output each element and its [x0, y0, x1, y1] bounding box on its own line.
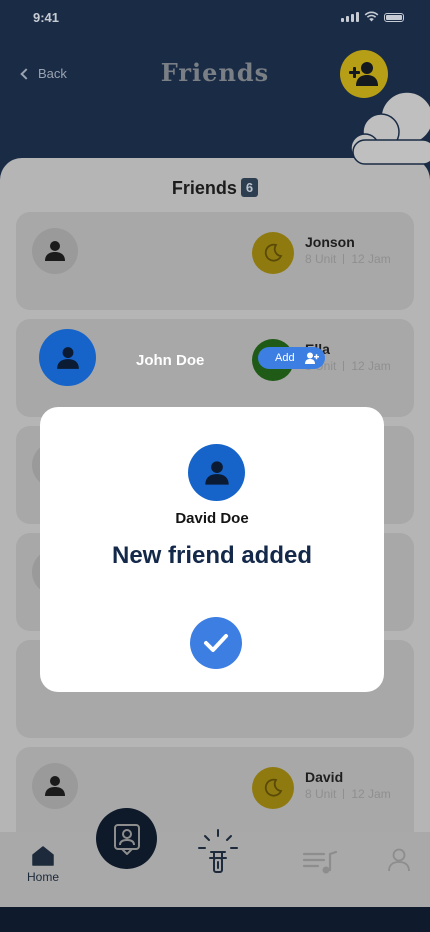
user-icon: [45, 241, 65, 261]
nav-profile[interactable]: [388, 848, 410, 872]
bulb-icon: [198, 829, 238, 873]
add-label: Add: [275, 352, 295, 364]
friend-card[interactable]: Jonson 8 Unit 12 Jam: [16, 212, 414, 310]
bottom-nav: Home: [0, 829, 430, 907]
user-icon: [56, 346, 79, 369]
user-icon: [204, 460, 229, 485]
avatar: [32, 763, 78, 809]
friend-units: 8 Unit: [305, 787, 337, 801]
friend-date: 12 Jam: [351, 252, 391, 266]
nav-home[interactable]: Home: [27, 846, 59, 884]
status-icons: [341, 11, 404, 22]
user-plus-icon: [304, 352, 319, 364]
id-card-icon: [113, 823, 140, 855]
modal-title: New friend added: [111, 542, 313, 569]
friend-name: Jonson: [305, 234, 355, 250]
modal-friend-name: David Doe: [175, 510, 249, 527]
wifi-icon: [364, 11, 379, 22]
moon-badge: [252, 232, 294, 274]
avatar: [32, 228, 78, 274]
check-icon: [204, 634, 228, 652]
friends-count-badge: 6: [240, 178, 259, 197]
nav-home-label: Home: [27, 870, 60, 884]
home-icon: [32, 846, 54, 866]
friend-date: 12 Jam: [351, 359, 391, 373]
user-plus-icon: [349, 62, 378, 86]
friends-section-title: Friends 6: [0, 178, 430, 199]
moon-icon: [264, 243, 283, 262]
battery-icon: [384, 13, 404, 22]
cloud-icon: [350, 91, 430, 165]
friend-units: 8 Unit: [305, 252, 337, 266]
friend-added-modal: David Doe New friend added: [40, 407, 384, 692]
friend-meta: 8 Unit 12 Jam: [305, 252, 391, 266]
friend-name: David: [305, 769, 344, 785]
home-indicator-area: [0, 907, 430, 932]
profile-icon: [388, 848, 410, 872]
center-action-button[interactable]: [96, 808, 157, 869]
suggestion-name: John Doe: [136, 352, 205, 369]
moon-icon: [264, 778, 283, 797]
status-time: 9:41: [33, 10, 60, 25]
nav-playlist[interactable]: [302, 850, 338, 874]
moon-badge: [252, 767, 294, 809]
signal-icon: [341, 12, 359, 22]
friend-card-active[interactable]: John Doe Ella 8 Unit12 Jam Add: [16, 319, 414, 417]
friends-title-text: Friends: [171, 178, 237, 198]
friend-meta: 8 Unit 12 Jam: [305, 787, 391, 801]
playlist-icon: [302, 850, 338, 874]
confirm-button[interactable]: [190, 617, 242, 669]
suggestion-avatar: [39, 329, 96, 386]
add-button[interactable]: Add: [258, 347, 325, 369]
friend-date: 12 Jam: [351, 787, 391, 801]
user-icon: [45, 776, 65, 796]
modal-avatar: [188, 444, 245, 501]
nav-tips[interactable]: [195, 828, 241, 878]
status-bar: 9:41: [0, 0, 430, 34]
